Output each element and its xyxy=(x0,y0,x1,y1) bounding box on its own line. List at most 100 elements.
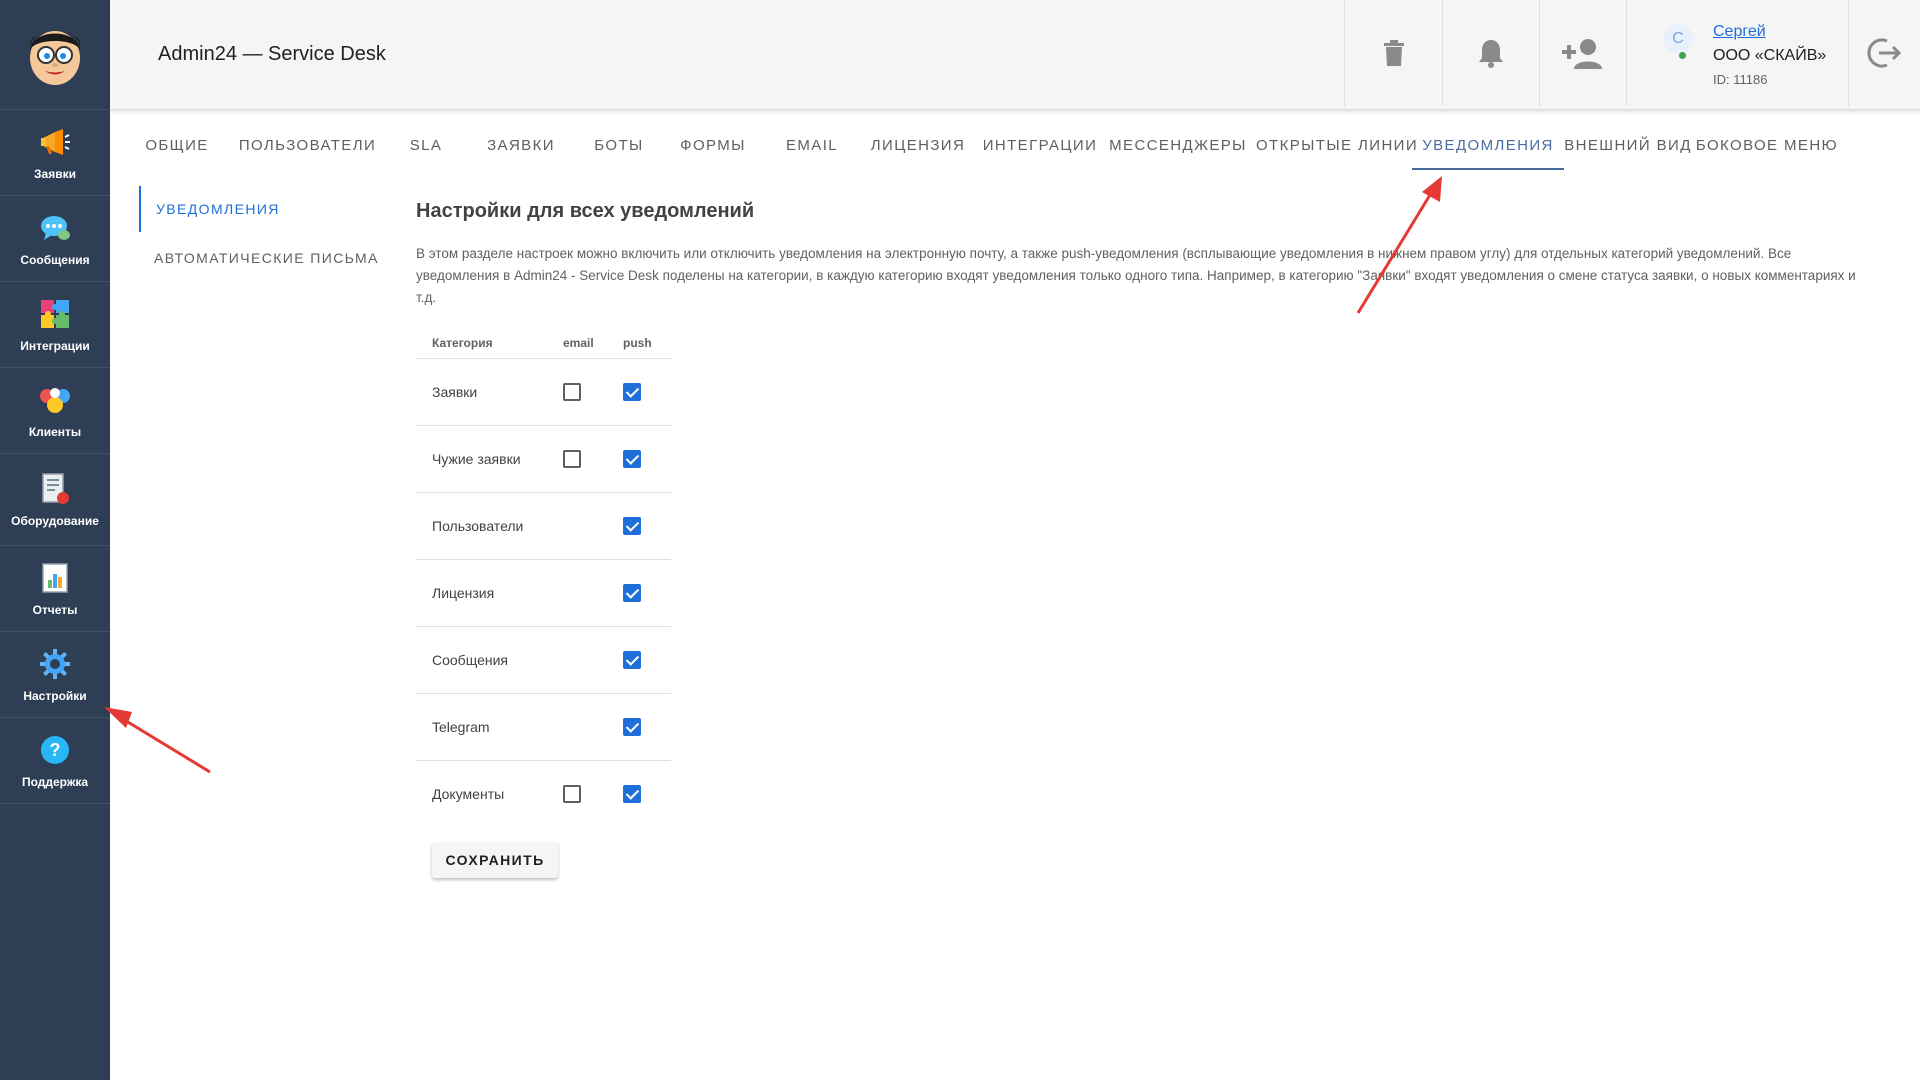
annotation-arrow-settings xyxy=(104,707,211,774)
push-checkbox[interactable] xyxy=(623,717,641,736)
table-row: Документы xyxy=(416,760,671,827)
tab-bots[interactable]: Боты xyxy=(576,122,662,170)
users-icon xyxy=(38,383,72,417)
nav-item-clients[interactable]: Клиенты xyxy=(0,368,110,454)
tab-email[interactable]: Email xyxy=(764,122,860,170)
push-cell xyxy=(623,559,671,627)
svg-text:?: ? xyxy=(50,740,61,760)
table-body: Заявки Чужие заявки Пользователи Лицензия Со… xyxy=(416,358,671,827)
notification-category: Чужие заявки xyxy=(416,425,563,493)
notification-category: Telegram xyxy=(416,693,563,761)
nav-item-label: Настройки xyxy=(23,688,87,703)
nav-item-label: Поддержка xyxy=(21,774,89,789)
push-cell xyxy=(623,425,671,493)
tab-integrations[interactable]: Интеграции xyxy=(976,122,1104,170)
email-cell xyxy=(563,559,623,627)
page-title: Настройки для всех уведомлений xyxy=(416,200,755,222)
puzzle-icon xyxy=(38,297,72,331)
nav-item-label: Клиенты xyxy=(28,424,82,439)
push-cell xyxy=(623,626,671,694)
notification-category: Лицензия xyxy=(416,559,563,627)
tab-users[interactable]: Пользователи xyxy=(229,122,386,170)
save-button[interactable]: Сохранить xyxy=(432,842,558,878)
bell-icon xyxy=(1479,40,1503,68)
table-row: Заявки xyxy=(416,358,671,426)
table-row: Лицензия xyxy=(416,559,671,627)
push-checkbox[interactable] xyxy=(623,449,641,468)
logout-icon xyxy=(1867,38,1901,68)
notification-category: Пользователи xyxy=(416,492,563,560)
push-cell xyxy=(623,358,671,426)
notification-category: Сообщения xyxy=(416,626,563,694)
tab-forms[interactable]: Формы xyxy=(662,122,764,170)
nav-item-support[interactable]: ? Поддержка xyxy=(0,718,110,804)
push-checkbox[interactable] xyxy=(623,650,641,669)
user-name-link[interactable]: Сергей xyxy=(1713,23,1766,41)
column-header-category: Категория xyxy=(416,328,563,359)
nav-item-label: Интеграции xyxy=(20,338,90,353)
notifications-button[interactable] xyxy=(1442,0,1539,106)
avatar[interactable]: С xyxy=(1663,24,1693,54)
push-cell xyxy=(623,760,671,827)
email-checkbox[interactable] xyxy=(563,449,581,468)
push-cell xyxy=(623,693,671,761)
email-cell xyxy=(563,358,623,426)
tab-general[interactable]: Общие xyxy=(125,122,229,170)
user-profile: С Сергей ООО «СКАЙВ» ID: 11186 xyxy=(1626,0,1849,106)
nav-item-label: Сообщения xyxy=(20,252,90,267)
tab-appearance[interactable]: Внешний вид xyxy=(1564,122,1692,170)
logout-button[interactable] xyxy=(1849,0,1920,106)
nav-item-tickets[interactable]: Заявки xyxy=(0,110,110,196)
help-icon: ? xyxy=(38,733,72,767)
gear-icon xyxy=(38,647,72,681)
tab-license[interactable]: Лицензия xyxy=(860,122,976,170)
nav-item-settings[interactable]: Настройки xyxy=(0,632,110,718)
page-description: В этом разделе настроек можно включить и… xyxy=(416,246,1856,305)
equipment-icon xyxy=(38,472,72,506)
tab-sla[interactable]: SLA xyxy=(386,122,466,170)
subnav-notifications[interactable]: Уведомления xyxy=(139,186,280,232)
chat-bubble-icon xyxy=(38,211,72,245)
report-icon xyxy=(38,561,72,595)
email-cell xyxy=(563,626,623,694)
user-organization: ООО «СКАЙВ» xyxy=(1713,47,1827,64)
column-header-email: email xyxy=(563,328,623,359)
nav-item-label: Заявки xyxy=(34,166,76,181)
nav-item-integrations[interactable]: Интеграции xyxy=(0,282,110,368)
table-row: Пользователи xyxy=(416,492,671,560)
push-checkbox[interactable] xyxy=(623,784,641,803)
email-cell xyxy=(563,492,623,560)
table-row: Telegram xyxy=(416,693,671,761)
notifications-table: Категория email push Заявки Чужие заявки П… xyxy=(416,328,671,827)
nav-item-equipment[interactable]: Оборудование xyxy=(0,454,110,546)
app-logo[interactable] xyxy=(0,0,110,110)
subnav-auto-emails[interactable]: Автоматические письма xyxy=(139,235,379,281)
email-cell xyxy=(563,760,623,827)
trash-icon xyxy=(1383,40,1404,66)
tab-open-lines[interactable]: Открытые линии xyxy=(1252,122,1422,170)
notification-category: Заявки xyxy=(416,358,563,426)
tab-notifications[interactable]: Уведомления xyxy=(1412,122,1564,170)
megaphone-icon xyxy=(38,125,72,159)
top-header: Admin24 — Service Desk С Сергей ООО «СКА… xyxy=(110,0,1920,110)
trash-button[interactable] xyxy=(1344,0,1442,106)
table-header-row: Категория email push xyxy=(416,328,671,359)
email-checkbox[interactable] xyxy=(563,382,581,401)
tab-side-menu[interactable]: Боковое меню xyxy=(1692,122,1842,170)
mascot-logo-icon xyxy=(30,30,80,85)
notification-category: Документы xyxy=(432,785,505,802)
nav-item-messages[interactable]: Сообщения xyxy=(0,196,110,282)
tab-tickets[interactable]: Заявки xyxy=(466,122,576,170)
nav-item-label: Отчеты xyxy=(32,602,78,617)
add-user-icon xyxy=(1562,39,1602,69)
app-title: Admin24 — Service Desk xyxy=(158,43,386,65)
push-checkbox[interactable] xyxy=(623,516,641,535)
add-user-button[interactable] xyxy=(1539,0,1626,106)
nav-item-reports[interactable]: Отчеты xyxy=(0,546,110,632)
push-checkbox[interactable] xyxy=(623,382,641,401)
nav-item-label: Оборудование xyxy=(11,513,99,528)
push-checkbox[interactable] xyxy=(623,583,641,602)
tab-messengers[interactable]: Мессенджеры xyxy=(1104,122,1252,170)
left-navigation: Заявки Сообщения Интеграции Клиенты Обор… xyxy=(0,0,110,1080)
email-checkbox[interactable] xyxy=(563,784,581,803)
